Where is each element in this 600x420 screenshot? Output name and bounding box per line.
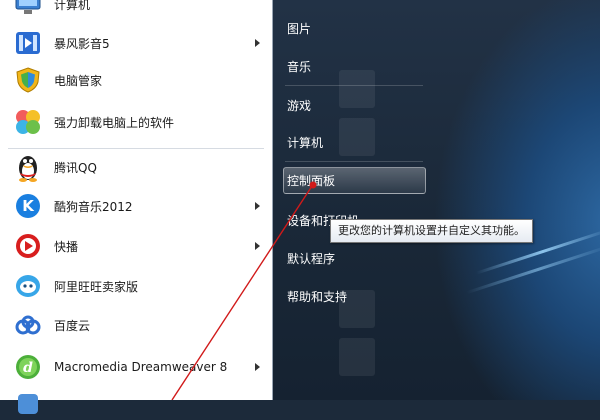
program-label: 阿里旺旺卖家版 <box>54 279 139 294</box>
computer-icon <box>12 0 44 20</box>
aliwangwang-icon <box>12 270 44 302</box>
desktop-icon <box>339 338 375 376</box>
program-item-computer[interactable]: 计算机 <box>0 0 272 20</box>
menu-item-control-panel[interactable]: 控制面板 <box>287 171 335 191</box>
program-label: 酷狗音乐2012 <box>54 199 133 214</box>
qvod-icon <box>12 230 44 262</box>
program-label: 快播 <box>54 239 79 254</box>
menu-item-computer[interactable]: 计算机 <box>287 133 323 153</box>
program-item-kugou[interactable]: K 酷狗音乐2012 <box>0 190 272 222</box>
submenu-arrow-icon[interactable] <box>255 39 260 47</box>
svg-text:d: d <box>23 360 33 376</box>
submenu-arrow-icon[interactable] <box>255 363 260 371</box>
menu-separator <box>285 85 423 86</box>
program-item-qvod[interactable]: 快播 <box>0 230 272 262</box>
menu-item-pictures[interactable]: 图片 <box>287 19 311 39</box>
program-label: Macromedia Dreamweaver 8 <box>54 360 228 374</box>
menu-separator <box>8 148 264 149</box>
menu-item-games[interactable]: 游戏 <box>287 96 311 116</box>
submenu-arrow-icon[interactable] <box>255 202 260 210</box>
video-player-icon <box>12 27 44 59</box>
shield-icon <box>12 64 44 96</box>
program-label: 电脑管家 <box>54 73 103 88</box>
menu-separator <box>285 161 423 162</box>
kugou-icon: K <box>12 190 44 222</box>
svg-text:K: K <box>22 197 35 215</box>
cloud-icon <box>12 309 44 341</box>
menu-item-music[interactable]: 音乐 <box>287 57 311 77</box>
program-label: 百度云 <box>54 318 91 333</box>
dreamweaver-icon: d <box>12 351 44 383</box>
places-pane: 图片 音乐 游戏 计算机 控制面板 设备和打印机 默认程序 帮助和支持 <box>273 0 600 400</box>
qq-penguin-icon <box>12 151 44 183</box>
program-item-partial[interactable] <box>0 388 272 420</box>
program-label: 腾讯QQ <box>54 160 97 175</box>
program-item-uninstall[interactable]: 强力卸载电脑上的软件 <box>0 106 272 138</box>
control-panel-tooltip: 更改您的计算机设置并自定义其功能。 <box>330 219 533 243</box>
desktop-icon <box>339 70 375 108</box>
desktop-background <box>433 0 600 400</box>
app-icon <box>12 388 44 420</box>
program-item-baidu-cloud[interactable]: 百度云 <box>0 309 272 341</box>
program-label: 计算机 <box>54 0 91 12</box>
uninstall-icon <box>12 106 44 138</box>
program-item-qq[interactable]: 腾讯QQ <box>0 151 272 183</box>
menu-item-default-programs[interactable]: 默认程序 <box>287 249 335 269</box>
program-item-baofeng[interactable]: 暴风影音5 <box>0 27 272 59</box>
program-label: 强力卸载电脑上的软件 <box>54 115 175 130</box>
program-item-pc-manager[interactable]: 电脑管家 <box>0 64 272 96</box>
program-label: 暴风影音5 <box>54 36 110 51</box>
programs-pane: 计算机 暴风影音5 电脑管家 强力卸载电脑上的软件 腾讯QQ K 酷狗音乐201… <box>0 0 273 414</box>
desktop-icon <box>339 118 375 156</box>
program-item-dreamweaver[interactable]: d Macromedia Dreamweaver 8 <box>0 351 272 383</box>
menu-item-help-support[interactable]: 帮助和支持 <box>287 287 347 307</box>
program-item-aliwangwang[interactable]: 阿里旺旺卖家版 <box>0 270 272 302</box>
submenu-arrow-icon[interactable] <box>255 242 260 250</box>
